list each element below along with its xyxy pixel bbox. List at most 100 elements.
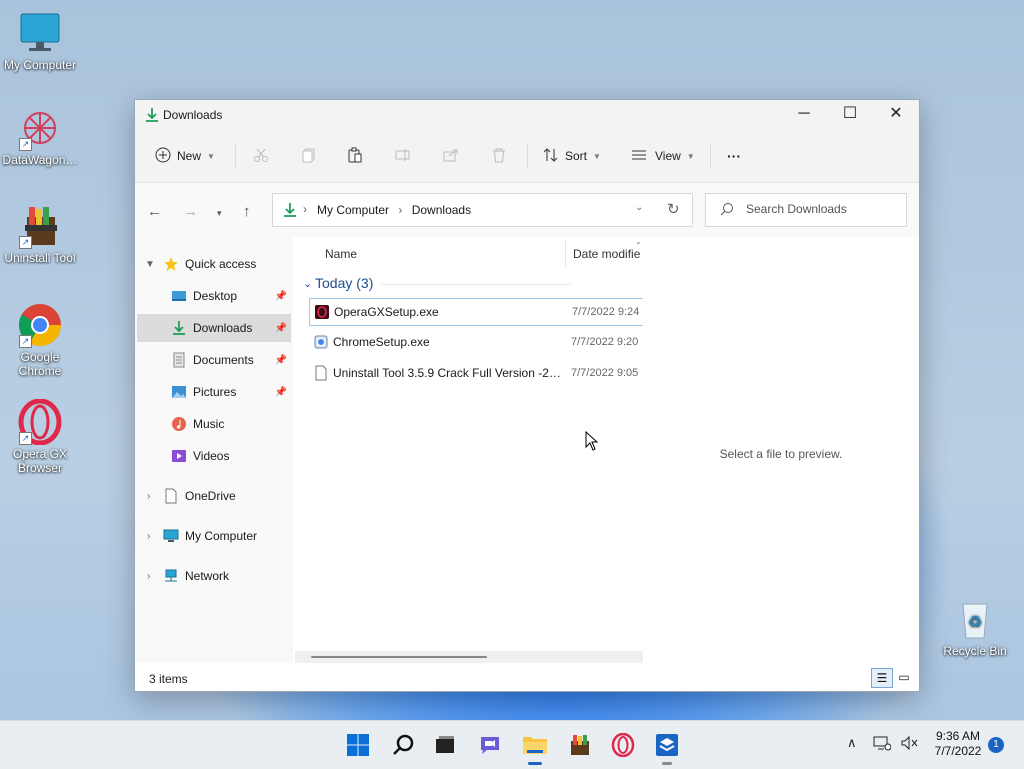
divider <box>381 284 571 285</box>
navigation-bar: ← → ▾ ↑ › My Computer › Downloads ⌄ ↻ <box>135 183 919 237</box>
view-button[interactable]: View ▼ <box>631 144 695 168</box>
chevron-down-icon[interactable]: ⌄ <box>303 277 312 290</box>
sort-label: Sort <box>565 149 588 163</box>
chevron-right-icon: › <box>147 530 151 542</box>
table-row[interactable]: OperaGXSetup.exe 7/7/2022 9:24 <box>309 298 645 326</box>
cut-button[interactable] <box>253 144 269 168</box>
breadcrumb-item[interactable]: My Computer <box>317 203 389 217</box>
address-bar[interactable]: › My Computer › Downloads ⌄ ↻ <box>272 193 693 227</box>
desktop-folder-icon <box>171 288 187 304</box>
sort-button[interactable]: Sort ▼ <box>543 144 601 168</box>
desktop-icon-my-computer[interactable]: My Computer <box>0 10 80 72</box>
new-button[interactable]: New ▼ <box>155 144 215 168</box>
desktop-icon-label: Uninstall Tool <box>4 251 76 265</box>
back-arrow-icon[interactable]: ← <box>147 203 162 220</box>
start-windows-icon[interactable] <box>344 731 372 759</box>
close-button[interactable]: ✕ <box>873 100 919 130</box>
breadcrumb-item[interactable]: Downloads <box>412 203 471 217</box>
desktop-icon-uninstall-tool[interactable]: ↗ Uninstall Tool <box>0 203 80 265</box>
sidebar-item-music[interactable]: Music <box>137 410 291 438</box>
chevron-down-icon: ▼ <box>686 151 695 161</box>
chevron-down-icon: ▼ <box>207 151 215 161</box>
pin-icon: 📌 <box>274 354 287 366</box>
system-clock[interactable]: 9:36 AM 7/7/2022 <box>928 729 988 759</box>
column-header-date-modified[interactable]: Date modifie <box>573 247 640 261</box>
table-row[interactable]: Uninstall Tool 3.5.9 Crack Full Version … <box>309 360 643 386</box>
title-bar[interactable]: Downloads ─ ☐ ✕ <box>135 100 919 130</box>
new-label: New <box>177 149 202 163</box>
more-options-button[interactable]: ··· <box>727 144 741 168</box>
maximize-button[interactable]: ☐ <box>827 100 873 130</box>
delete-button[interactable] <box>491 144 507 168</box>
desktop-icon-opera-gx[interactable]: ↗ Opera GX Browser <box>0 398 80 475</box>
paste-button[interactable] <box>347 144 363 168</box>
chevron-up-icon[interactable]: ∧ <box>847 735 857 751</box>
up-arrow-icon[interactable]: ↑ <box>243 203 251 220</box>
chat-icon[interactable] <box>476 731 504 759</box>
monitor-icon <box>163 528 179 544</box>
chevron-down-icon: ▼ <box>145 258 155 270</box>
tiles-view-icon[interactable]: ▭ <box>894 668 914 686</box>
desktop-icon-google-chrome[interactable]: ↗ Google Chrome <box>0 302 80 378</box>
star-icon <box>163 256 179 272</box>
uninstall-tool-icon[interactable] <box>566 731 594 759</box>
app-installer-icon[interactable] <box>653 731 681 765</box>
chevron-down-icon[interactable]: ⌄ <box>635 202 643 213</box>
desktop-icon-recycle-bin[interactable]: ♻ Recycle Bin <box>935 596 1015 658</box>
column-header-name[interactable]: Name <box>325 247 357 261</box>
opera-gx-icon[interactable] <box>609 731 637 759</box>
search-input[interactable] <box>744 201 898 217</box>
scrollbar-thumb[interactable] <box>311 656 487 658</box>
sidebar-item-my-computer[interactable]: › My Computer <box>137 522 291 550</box>
plus-circle-icon <box>155 147 171 166</box>
sidebar-item-label: Music <box>193 417 225 431</box>
chevron-down-icon: ▼ <box>593 151 601 161</box>
pictures-icon <box>171 384 187 400</box>
minimize-button[interactable]: ─ <box>781 100 827 130</box>
file-explorer-icon[interactable] <box>521 731 549 765</box>
network-status-icon[interactable] <box>873 735 892 754</box>
sidebar-item-videos[interactable]: Videos <box>137 442 291 470</box>
volume-muted-icon[interactable] <box>900 735 918 754</box>
group-header[interactable]: Today (3) <box>315 275 373 291</box>
svg-text:♻: ♻ <box>968 614 982 631</box>
desktop-icon-label: DataWagon… <box>2 153 78 167</box>
sidebar-item-quick-access[interactable]: ▼ Quick access <box>137 250 291 278</box>
file-name: OperaGXSetup.exe <box>334 305 439 319</box>
desktop-icon-label: My Computer <box>3 58 77 72</box>
notification-badge[interactable]: 1 <box>988 737 1004 753</box>
share-button[interactable] <box>443 144 459 168</box>
clock-date: 7/7/2022 <box>934 744 982 758</box>
search-icon[interactable] <box>389 731 417 759</box>
sidebar-item-label: Pictures <box>193 385 237 399</box>
downloads-icon <box>283 202 297 221</box>
desktop-icon-datawagon[interactable]: ↗ DataWagon… <box>0 105 80 167</box>
desktop-icon-label: Google Chrome <box>18 350 62 378</box>
sidebar-item-desktop[interactable]: Desktop 📌 <box>137 282 291 310</box>
sidebar-item-pictures[interactable]: Pictures 📌 <box>137 378 291 406</box>
search-icon <box>720 202 734 219</box>
copy-button[interactable] <box>301 144 317 168</box>
rename-button[interactable] <box>395 144 411 168</box>
sidebar-item-onedrive[interactable]: › OneDrive <box>137 482 291 510</box>
sidebar-item-documents[interactable]: Documents 📌 <box>137 346 291 374</box>
sidebar-item-network[interactable]: › Network <box>137 562 291 590</box>
status-bar: 3 items ☰ ▭ <box>135 663 919 691</box>
sidebar-item-downloads[interactable]: Downloads 📌 <box>137 314 291 342</box>
horizontal-scrollbar[interactable] <box>295 651 643 663</box>
details-view-icon[interactable]: ☰ <box>871 668 893 688</box>
running-indicator <box>528 762 542 765</box>
forward-arrow-icon[interactable]: → <box>183 203 198 220</box>
recycle-bin-icon: ♻ <box>952 596 998 642</box>
recent-locations-chevron-icon[interactable]: ▾ <box>217 208 222 219</box>
search-box[interactable] <box>705 193 907 227</box>
sidebar-item-label: Downloads <box>193 321 253 335</box>
task-view-icon[interactable] <box>431 731 459 759</box>
sidebar-item-label: Desktop <box>193 289 238 303</box>
desktop-icon-label: Recycle Bin <box>943 644 1007 658</box>
refresh-icon[interactable]: ↻ <box>667 200 680 218</box>
file-name: ChromeSetup.exe <box>333 335 430 349</box>
sidebar-item-label: My Computer <box>185 529 258 543</box>
table-row[interactable]: ChromeSetup.exe 7/7/2022 9:20 <box>309 329 643 355</box>
opera-gx-file-icon <box>314 304 330 320</box>
